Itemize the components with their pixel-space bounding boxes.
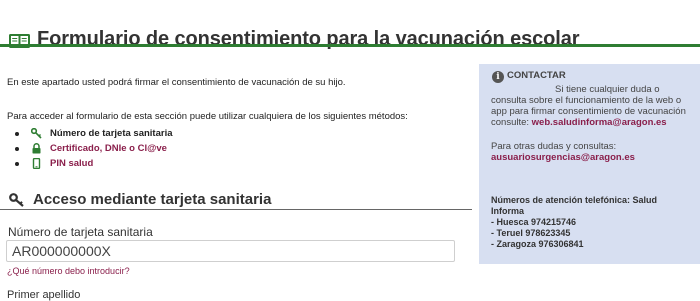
page-title: Formulario de consentimiento para la vac… <box>37 28 580 50</box>
contact-title: CONTACTAR <box>507 70 566 81</box>
card-number-help-link[interactable]: ¿Qué número debo introducir? <box>7 266 130 276</box>
section-title: Acceso mediante tarjeta sanitaria <box>33 191 272 208</box>
intro-text: En este apartado usted podrá firmar el c… <box>7 77 346 88</box>
key-icon <box>31 128 42 139</box>
contact-line: consulte: web.saludinforma@aragon.es <box>491 117 667 128</box>
key-icon <box>9 193 24 207</box>
surname-label: Primer apellido <box>7 289 81 301</box>
contact-panel: i CONTACTAR Si tiene cualquier duda o co… <box>479 64 700 264</box>
contact-line: app para firmar consentimiento de vacuna… <box>491 106 686 117</box>
lock-icon <box>32 143 41 154</box>
bullet <box>15 132 19 136</box>
method-label: Número de tarjeta sanitaria <box>50 128 173 139</box>
info-icon: i <box>492 71 504 83</box>
phone-item: - Zaragoza 976306841 <box>491 239 584 249</box>
card-number-input[interactable] <box>6 240 455 262</box>
urgent-label: Para otras dudas y consultas: <box>491 141 617 152</box>
mobile-icon <box>32 158 41 169</box>
bullet <box>15 162 19 166</box>
contact-email-link[interactable]: web.saludinforma@aragon.es <box>532 117 667 128</box>
contact-line-prefix: consulte: <box>491 117 530 128</box>
method-label: Certificado, DNIe o Cl@ve <box>50 143 167 154</box>
section-divider <box>0 209 472 210</box>
phone-item: - Teruel 978623345 <box>491 228 571 238</box>
bullet <box>15 147 19 151</box>
phones-title: Números de atención telefónica: Salud <box>491 195 658 205</box>
card-number-label: Número de tarjeta sanitaria <box>8 225 153 239</box>
phones-title-cont: Informa <box>491 206 525 216</box>
page-header: Formulario de consentimiento para la vac… <box>0 28 700 54</box>
phone-item: - Huesca 974215746 <box>491 217 577 227</box>
header-divider <box>0 44 700 47</box>
method-label: PIN salud <box>50 158 94 169</box>
section-header: Acceso mediante tarjeta sanitaria <box>0 190 472 212</box>
contact-line: Si tiene cualquier duda o <box>555 84 660 95</box>
contact-line: consulta sobre el funcionamiento de la w… <box>491 95 682 106</box>
urgent-email-link[interactable]: ausuariosurgencias@aragon.es <box>491 152 635 163</box>
methods-intro-text: Para acceder al formulario de esta secci… <box>7 111 408 122</box>
